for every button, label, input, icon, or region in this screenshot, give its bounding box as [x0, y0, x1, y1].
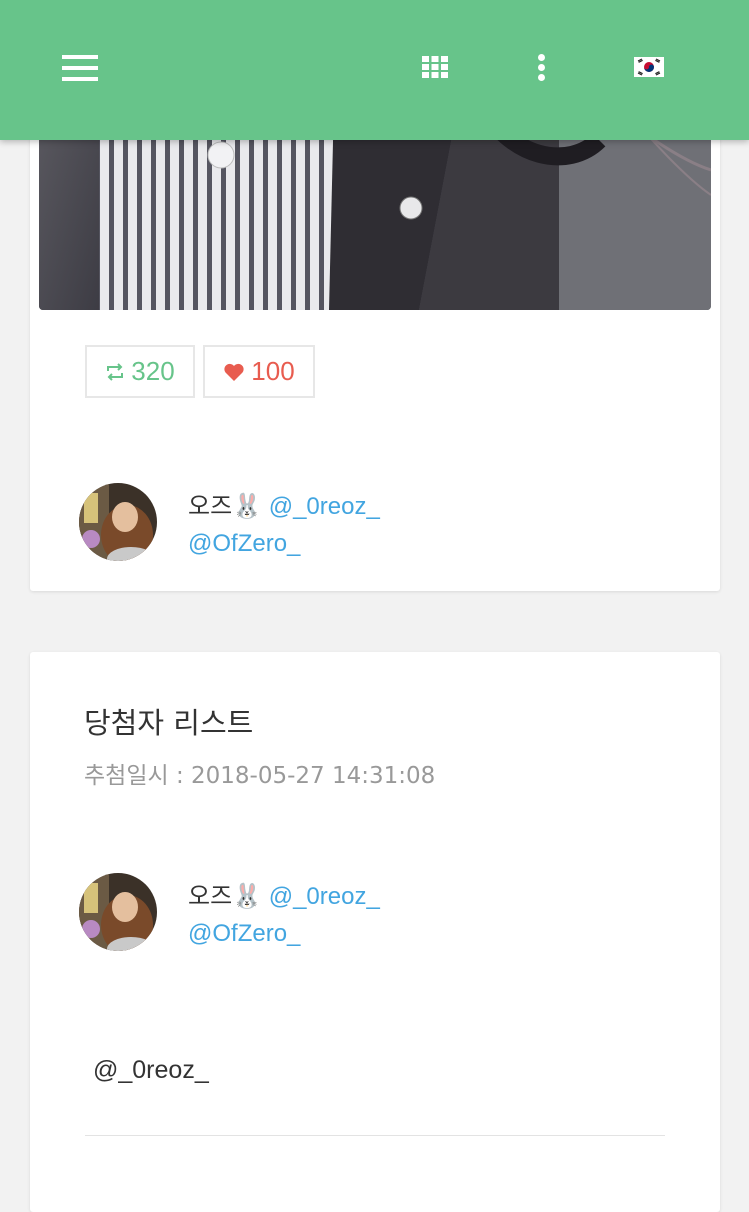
winners-title: 당첨자 리스트 — [84, 706, 254, 740]
retweet-icon — [107, 362, 124, 381]
winners-card: 당첨자 리스트 추첨일시 : 2018-05-27 14:31:08 오즈🐰 @… — [30, 652, 720, 1212]
draw-date: 추첨일시 : 2018-05-27 14:31:08 — [84, 763, 436, 789]
avatar[interactable] — [79, 483, 157, 561]
vertical-dots-icon[interactable] — [536, 54, 546, 82]
winner-list-item: @_0reoz_ — [93, 1056, 209, 1084]
winner-handle[interactable]: @_0reoz_ — [269, 883, 380, 910]
author-display-name: 오즈🐰 — [188, 493, 263, 520]
retweet-count: 320 — [131, 356, 175, 386]
heart-icon — [224, 363, 244, 381]
author-handle[interactable]: @_0reoz_ — [269, 493, 380, 520]
korea-flag-icon[interactable] — [634, 57, 664, 77]
top-app-bar — [0, 0, 749, 140]
author-secondary-handle[interactable]: @OfZero_ — [188, 530, 300, 558]
tweet-card: 320 100 오즈🐰 @_0reoz_ @OfZero_ — [30, 100, 720, 591]
author-name-line: 오즈🐰 @_0reoz_ — [188, 486, 380, 521]
grid-apps-icon[interactable] — [422, 56, 448, 78]
winner-name-line: 오즈🐰 @_0reoz_ — [188, 876, 380, 911]
winner-display-name: 오즈🐰 — [188, 883, 263, 910]
hamburger-menu-icon[interactable] — [62, 55, 98, 81]
winner-secondary-handle[interactable]: @OfZero_ — [188, 920, 300, 948]
like-button[interactable]: 100 — [203, 345, 315, 398]
like-count: 100 — [251, 356, 295, 386]
retweet-button[interactable]: 320 — [85, 345, 195, 398]
divider — [85, 1135, 665, 1136]
winner-avatar[interactable] — [79, 873, 157, 951]
